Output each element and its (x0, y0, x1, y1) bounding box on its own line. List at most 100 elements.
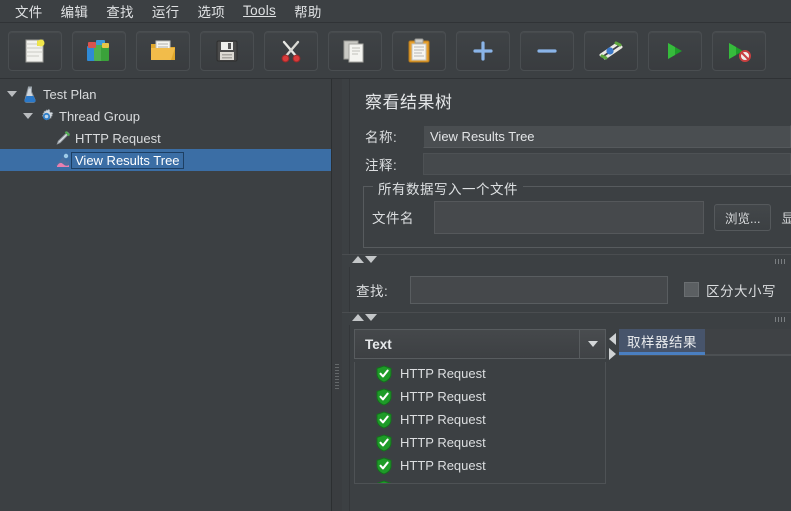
save-button[interactable] (200, 30, 254, 71)
test-plan-tree: Test Plan Thread Group HTTP Request View… (0, 79, 331, 171)
toggle-icon (597, 39, 625, 63)
menu-bar: 文件 编辑 查找 运行 选项 Tools 帮助 (0, 0, 791, 23)
thread-group-gear-icon (36, 107, 56, 125)
filename-label: 文件名 (372, 211, 414, 226)
name-input[interactable]: View Results Tree (423, 124, 791, 148)
browse-button[interactable]: 浏览... (714, 203, 772, 231)
expand-arrow-icon[interactable] (20, 108, 36, 124)
copy-pages-icon (342, 39, 368, 63)
list-item-label: HTTP Request (400, 481, 486, 483)
page-title: 察看结果树 (365, 93, 453, 112)
new-button[interactable] (8, 30, 62, 71)
collapse-arrows[interactable] (352, 256, 377, 263)
chevron-up-icon[interactable] (352, 256, 364, 263)
list-item-label: HTTP Request (400, 435, 486, 450)
collapse-right-icon[interactable] (609, 348, 616, 360)
panel-splitter[interactable] (332, 79, 342, 511)
comment-label: 注释: (365, 158, 398, 173)
view-results-tree-icon (52, 151, 72, 169)
chevron-up-icon[interactable] (352, 314, 364, 321)
search-row: 查找: 区分大小写 (342, 267, 791, 312)
results-right-pane: 取样器结果 (619, 329, 791, 485)
plus-icon (472, 40, 494, 62)
clipboard-paste-icon (408, 38, 430, 64)
start-button[interactable] (648, 30, 702, 71)
menu-tools[interactable]: Tools (234, 1, 285, 21)
list-item[interactable]: HTTP Request (355, 385, 605, 408)
list-item-label: HTTP Request (400, 389, 486, 404)
start-no-pauses-button[interactable] (712, 30, 766, 71)
case-sensitive-checkbox[interactable]: 区分大小写 (684, 280, 776, 300)
name-row: 名称: View Results Tree (351, 121, 791, 151)
expand-arrow-icon[interactable] (4, 86, 20, 102)
divider-grip-icon[interactable] (775, 259, 787, 264)
list-item[interactable]: HTTP Request (355, 362, 605, 385)
menu-search[interactable]: 查找 (97, 0, 143, 24)
paste-button[interactable] (392, 30, 446, 71)
new-file-icon (23, 38, 47, 64)
menu-edit[interactable]: 编辑 (52, 0, 98, 24)
success-shield-icon (375, 364, 393, 383)
menu-help[interactable]: 帮助 (285, 0, 331, 24)
checkbox-box-icon[interactable] (684, 282, 699, 297)
tree-node-view-results-tree[interactable]: View Results Tree (0, 149, 331, 171)
list-item[interactable]: HTTP Request (355, 408, 605, 431)
renderer-selected-value: Text (365, 336, 392, 352)
view-results-tree-panel: 察看结果树 名称: View Results Tree 注释: 所有数据写入一个… (342, 79, 791, 511)
expand-all-button[interactable] (456, 30, 510, 71)
file-section-divider[interactable] (342, 254, 791, 267)
scissors-icon (279, 39, 303, 63)
minus-icon (536, 40, 558, 62)
comment-input[interactable] (423, 153, 791, 175)
templates-icon (85, 38, 113, 64)
tree-node-http-request[interactable]: HTTP Request (0, 127, 331, 149)
comment-row: 注释: (351, 151, 791, 177)
results-area: Text HTTP Request HTTP Request HTTP Requ… (342, 325, 791, 485)
menu-file[interactable]: 文件 (6, 0, 52, 24)
result-tabs: 取样器结果 (619, 329, 791, 355)
menu-run[interactable]: 运行 (143, 0, 189, 24)
success-shield-icon (375, 456, 393, 475)
filename-input[interactable] (434, 200, 704, 234)
case-sensitive-label: 区分大小写 (706, 283, 776, 299)
test-plan-icon (20, 85, 40, 103)
collapse-all-button[interactable] (520, 30, 574, 71)
collapse-arrows[interactable] (352, 314, 377, 321)
tab-sampler-result[interactable]: 取样器结果 (619, 329, 705, 355)
renderer-dropdown[interactable]: Text (354, 329, 606, 359)
http-request-icon (52, 129, 72, 147)
name-label: 名称: (365, 130, 398, 145)
search-input[interactable] (410, 275, 668, 304)
copy-button[interactable] (328, 30, 382, 71)
list-item[interactable]: HTTP Request (355, 477, 605, 483)
group-title: 所有数据写入一个文件 (373, 178, 523, 198)
test-plan-tree-panel[interactable]: Test Plan Thread Group HTTP Request View… (0, 79, 332, 511)
collapse-left-icon[interactable] (609, 333, 616, 345)
tree-node-label: HTTP Request (75, 130, 161, 146)
templates-button[interactable] (72, 30, 126, 71)
open-button[interactable] (136, 30, 190, 71)
tree-node-label: Test Plan (43, 86, 97, 102)
list-item[interactable]: HTTP Request (355, 431, 605, 454)
splitter-grip-icon[interactable] (335, 364, 339, 390)
chevron-down-icon[interactable] (365, 256, 377, 263)
tree-node-thread-group[interactable]: Thread Group (0, 105, 331, 127)
results-splitter[interactable] (608, 329, 619, 485)
cut-button[interactable] (264, 30, 318, 71)
toggle-button[interactable] (584, 30, 638, 71)
results-list[interactable]: HTTP Request HTTP Request HTTP Request H… (354, 362, 606, 484)
search-section-divider[interactable] (342, 312, 791, 325)
save-floppy-icon (215, 39, 239, 63)
list-item-label: HTTP Request (400, 458, 486, 473)
results-left-pane: Text HTTP Request HTTP Request HTTP Requ… (354, 329, 606, 485)
tree-node-test-plan[interactable]: Test Plan (0, 83, 331, 105)
success-shield-icon (375, 479, 393, 483)
list-item[interactable]: HTTP Request (355, 454, 605, 477)
chevron-down-icon[interactable] (579, 330, 605, 358)
list-item-label: HTTP Request (400, 366, 486, 381)
chevron-down-icon[interactable] (365, 314, 377, 321)
play-green-icon (663, 39, 687, 63)
menu-options[interactable]: 选项 (188, 0, 234, 24)
divider-grip-icon[interactable] (775, 317, 787, 322)
